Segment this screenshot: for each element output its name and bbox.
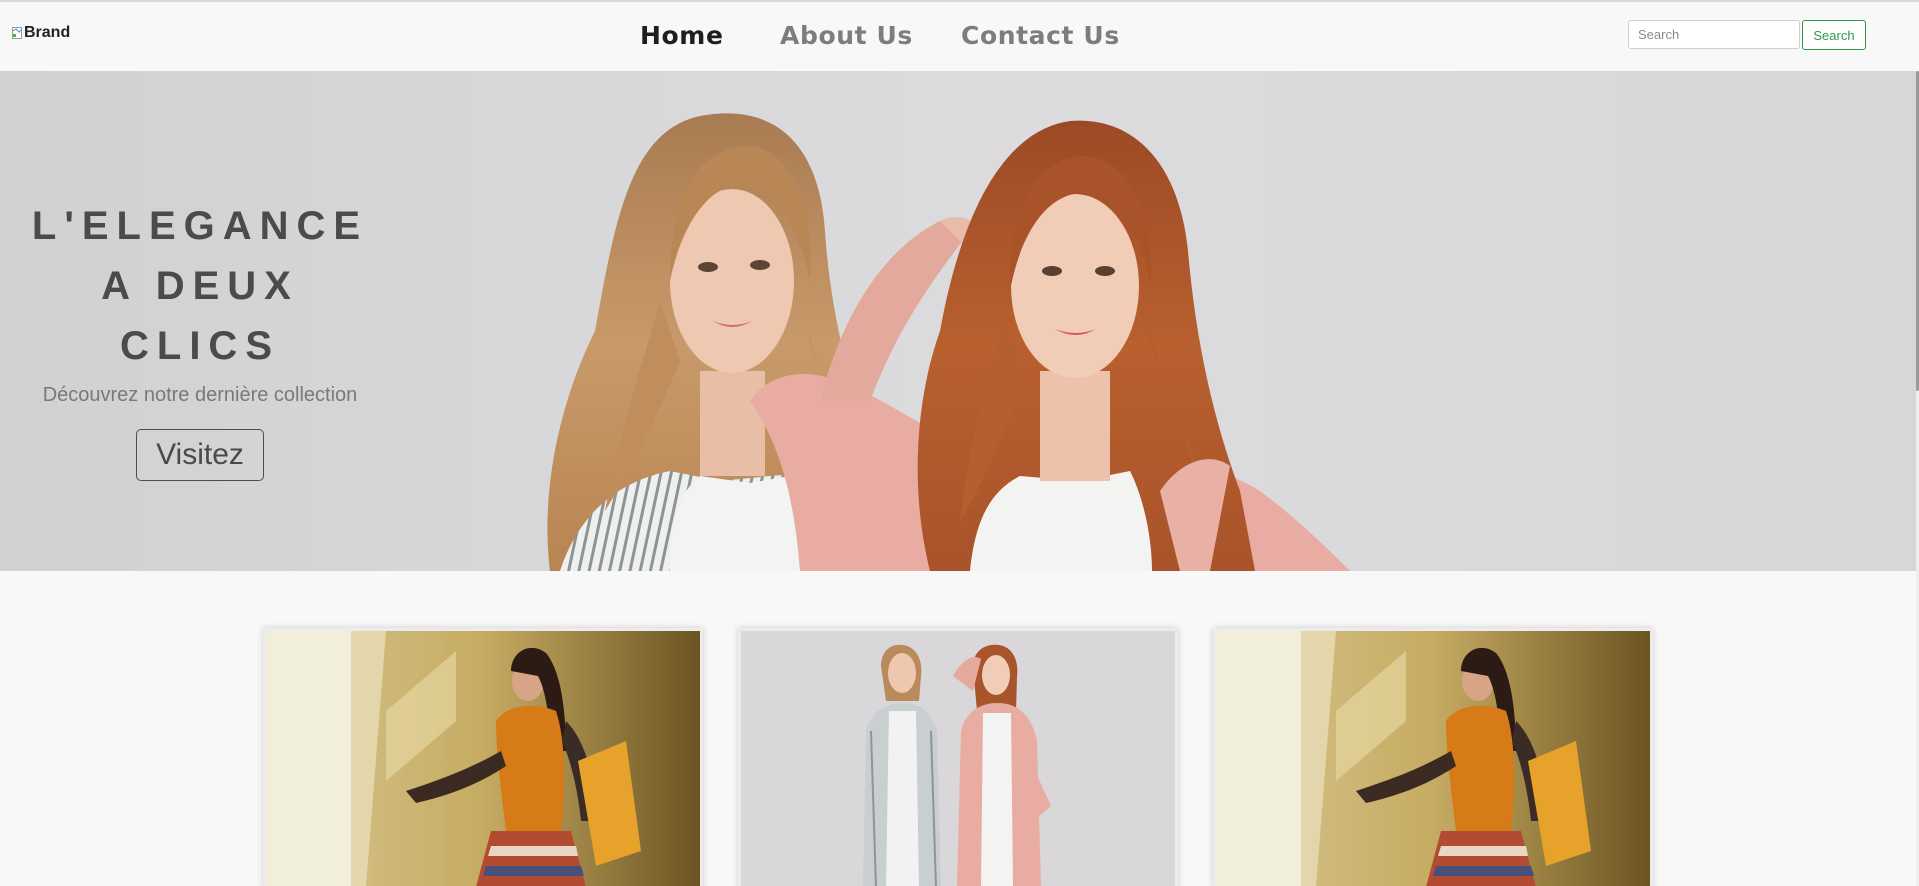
product-card-2[interactable] bbox=[738, 628, 1178, 886]
search-form: Search bbox=[1628, 20, 1866, 50]
product-card-1[interactable] bbox=[263, 628, 703, 886]
product-card-3[interactable] bbox=[1213, 628, 1653, 886]
hero-title-line-2: A DEUX bbox=[101, 264, 299, 308]
hero-title-line-3: CLICS bbox=[120, 324, 280, 368]
card-photo-woman-orange-dress bbox=[1216, 631, 1650, 886]
navbar: Brand Home About Us Contact Us Search bbox=[0, 2, 1919, 71]
search-input[interactable] bbox=[1628, 20, 1800, 49]
visit-button[interactable]: Visitez bbox=[136, 429, 264, 481]
hero-title-line-1: L'ELEGANCE bbox=[31, 204, 369, 248]
hero-photo-two-women bbox=[547, 113, 1350, 571]
hero-text-block: L'ELEGANCE A DEUX CLICS Découvrez notre … bbox=[0, 196, 400, 481]
hero-banner: L'ELEGANCE A DEUX CLICS Découvrez notre … bbox=[0, 71, 1916, 571]
search-button[interactable]: Search bbox=[1802, 20, 1866, 50]
card-photo-woman-orange-dress bbox=[266, 631, 700, 886]
nav-link-home[interactable]: Home bbox=[640, 21, 724, 50]
product-cards bbox=[0, 628, 1919, 886]
nav-link-about-us[interactable]: About Us bbox=[780, 21, 913, 50]
hero-subtitle: Découvrez notre dernière collection bbox=[42, 384, 358, 406]
card-photo-two-women bbox=[741, 631, 1175, 886]
page: Brand Home About Us Contact Us Search Se… bbox=[0, 0, 1919, 886]
nav-link-contact-us[interactable]: Contact Us bbox=[961, 21, 1120, 50]
hero-title: L'ELEGANCE A DEUX CLICS bbox=[0, 196, 400, 376]
